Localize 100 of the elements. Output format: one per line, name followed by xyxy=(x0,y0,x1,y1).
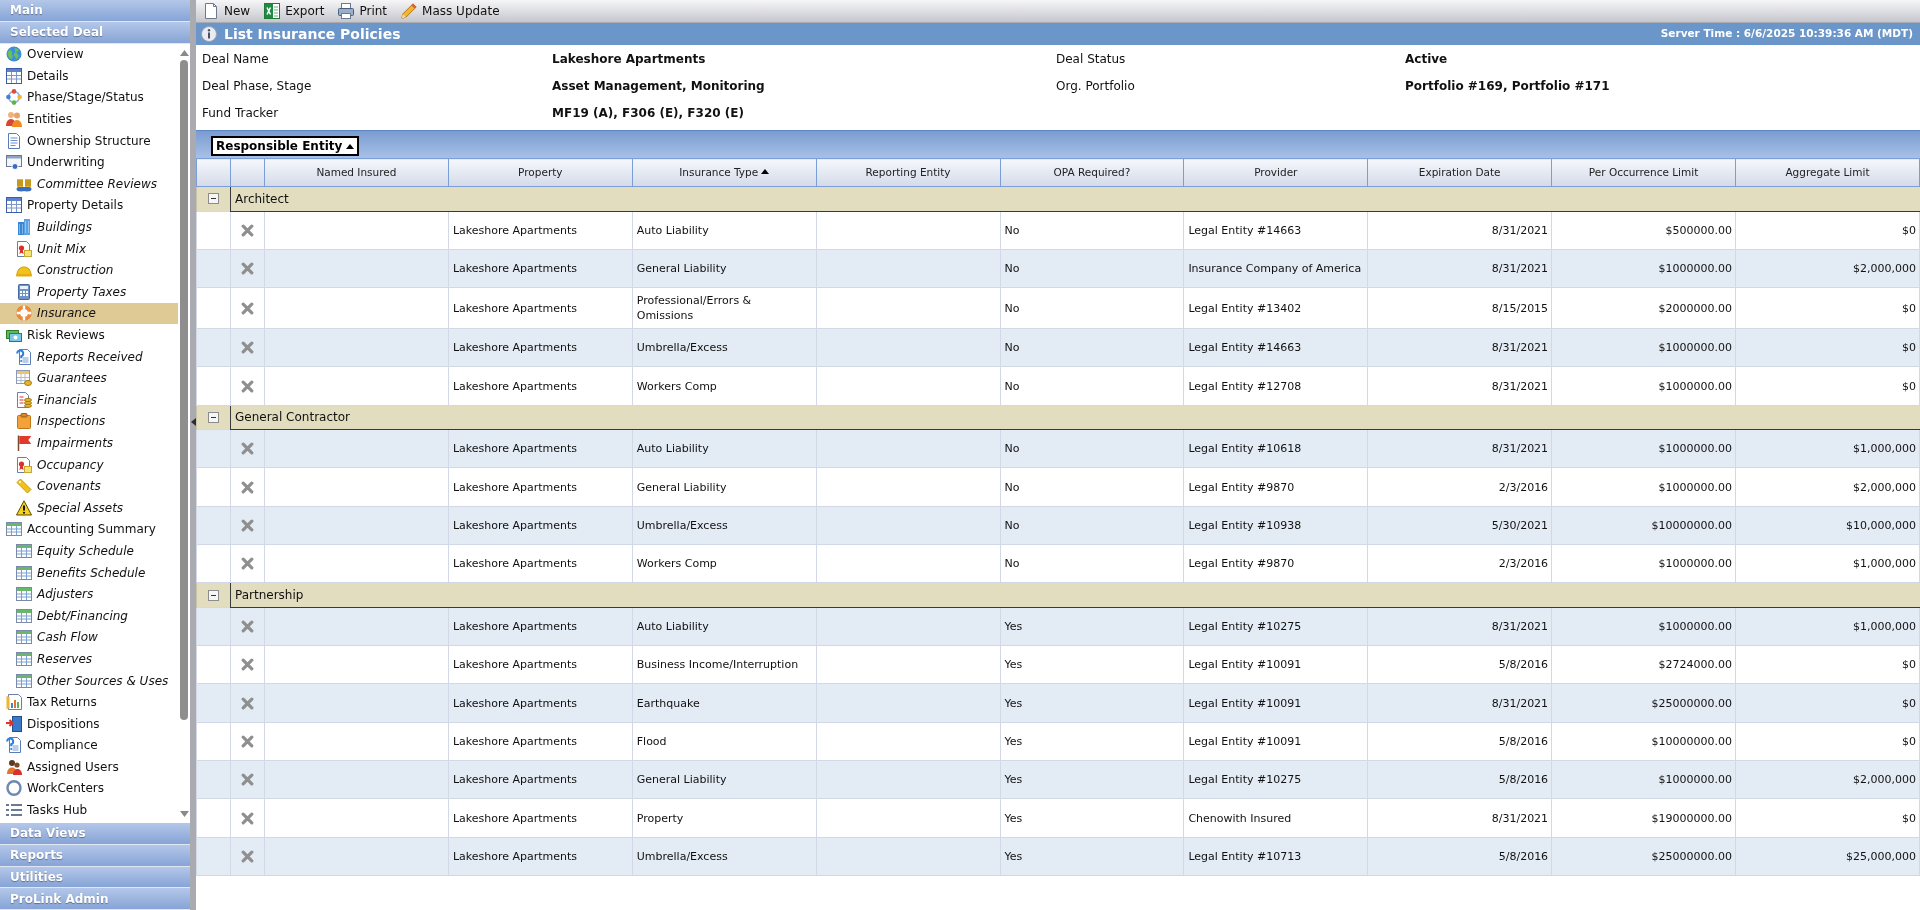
column-header[interactable]: Aggregate Limit xyxy=(1735,158,1920,187)
table-cell: $500000.00 xyxy=(1551,211,1736,250)
table-cell: $19000000.00 xyxy=(1551,798,1736,838)
delete-icon[interactable] xyxy=(241,341,254,355)
sidebar-item[interactable]: Tasks Hub xyxy=(0,799,178,821)
sidebar-item[interactable]: Adjusters xyxy=(0,583,178,605)
sidebar-item[interactable]: Assigned Users xyxy=(0,756,178,778)
help-document-icon xyxy=(16,348,32,365)
delete-icon[interactable] xyxy=(241,301,254,315)
delete-icon[interactable] xyxy=(241,223,254,237)
chart-document-icon xyxy=(6,694,22,711)
column-header[interactable]: Expiration Date xyxy=(1367,158,1552,187)
sidebar-item[interactable]: Debt/Financing xyxy=(0,604,178,627)
toolbar-button[interactable]: Export xyxy=(263,1,326,21)
scroll-up-icon[interactable] xyxy=(179,49,189,56)
sidebar-item[interactable]: WorkCenters xyxy=(0,777,178,800)
collapse-icon[interactable] xyxy=(208,193,219,205)
toolbar-button[interactable]: Mass Update xyxy=(400,1,501,21)
sidebar-item[interactable]: Property Taxes xyxy=(0,281,178,303)
sidebar-item[interactable]: Equity Schedule xyxy=(0,540,178,562)
sidebar-item[interactable]: Underwriting xyxy=(0,151,178,174)
sidebar-item[interactable]: Construction xyxy=(0,259,178,282)
delete-icon[interactable] xyxy=(241,557,254,571)
sidebar-item[interactable]: Other Sources & Uses xyxy=(0,669,178,692)
table-cell: Lakeshore Apartments xyxy=(448,760,633,799)
delete-icon[interactable] xyxy=(241,442,254,456)
table-cell: $2,000,000 xyxy=(1735,760,1920,799)
table-cell: $1000000.00 xyxy=(1551,468,1736,507)
delete-icon[interactable] xyxy=(241,658,254,672)
table-cell: $0 xyxy=(1735,683,1920,723)
sidebar-item[interactable]: Risk Reviews xyxy=(0,324,178,346)
sidebar-item[interactable]: Entities xyxy=(0,108,178,130)
scroll-down-icon[interactable] xyxy=(179,811,189,817)
sidebar-item[interactable]: Special Assets xyxy=(0,496,178,519)
table-cell: 8/31/2021 xyxy=(1367,328,1552,367)
group-by-chip[interactable]: Responsible Entity xyxy=(211,136,360,156)
table-cell: 2/3/2016 xyxy=(1367,468,1552,507)
sidebar-item[interactable]: Overview xyxy=(0,43,178,66)
sidebar-item[interactable]: Financials xyxy=(0,389,178,411)
table-cell: Yes xyxy=(1000,798,1184,838)
table-cell: $1000000.00 xyxy=(1551,544,1736,583)
table-cell: No xyxy=(1000,249,1184,288)
flag-icon xyxy=(16,435,32,451)
collapse-icon[interactable] xyxy=(208,589,219,601)
delete-icon[interactable] xyxy=(241,773,254,787)
table-cell: Legal Entity #14663 xyxy=(1183,328,1368,367)
table-cell: No xyxy=(1000,544,1184,583)
column-header[interactable]: Per Occurrence Limit xyxy=(1551,158,1736,187)
sidebar-item[interactable]: Impairments xyxy=(0,432,178,454)
sidebar-item[interactable]: Cash Flow xyxy=(0,626,178,649)
table-cell: Legal Entity #9870 xyxy=(1183,468,1368,507)
column-header[interactable]: Reporting Entity xyxy=(816,158,1000,187)
table-cell: $0 xyxy=(1735,366,1920,406)
sidebar-item[interactable]: Reports Received xyxy=(0,345,178,368)
column-header[interactable]: OPA Required? xyxy=(1000,158,1184,187)
delete-icon[interactable] xyxy=(241,261,254,275)
collapse-icon[interactable] xyxy=(208,411,219,423)
sidebar-item[interactable]: Committee Reviews xyxy=(0,173,178,195)
sidebar-item[interactable]: Property Details xyxy=(0,194,178,217)
printer-icon xyxy=(338,3,355,19)
sidebar-item[interactable]: Benefits Schedule xyxy=(0,561,178,584)
scrollbar-thumb[interactable] xyxy=(180,59,188,720)
table-cell: Lakeshore Apartments xyxy=(448,429,633,468)
sidebar-item[interactable]: Occupancy xyxy=(0,453,178,476)
column-header[interactable]: Insurance Type xyxy=(632,158,817,187)
column-header[interactable]: Provider xyxy=(1183,158,1368,187)
sidebar-item[interactable]: Reserves xyxy=(0,648,178,670)
sidebar-item[interactable]: Compliance xyxy=(0,734,178,757)
table-cell: $1000000.00 xyxy=(1551,366,1736,406)
sidebar-item[interactable]: Covenants xyxy=(0,475,178,497)
sidebar-item[interactable]: Inspections xyxy=(0,410,178,433)
toolbar-button[interactable]: Print xyxy=(337,1,389,21)
delete-icon[interactable] xyxy=(241,811,254,825)
sidebar-item[interactable]: Guarantees xyxy=(0,367,178,389)
column-header[interactable]: Property xyxy=(448,158,633,187)
table-cell: Yes xyxy=(1000,607,1184,646)
sidebar-item[interactable]: Unit Mix xyxy=(0,237,178,260)
delete-icon[interactable] xyxy=(241,620,254,633)
table-cell: Legal Entity #10618 xyxy=(1183,429,1368,468)
table-cell: Lakeshore Apartments xyxy=(448,366,633,406)
sidebar-item[interactable]: Phase/Stage/Status xyxy=(0,86,178,109)
delete-icon[interactable] xyxy=(241,734,254,748)
sidebar-item[interactable]: Tax Returns xyxy=(0,691,178,713)
delete-icon[interactable] xyxy=(241,696,254,710)
sidebar-item[interactable]: Accounting Summary xyxy=(0,518,178,541)
sidebar-item[interactable]: Dispositions xyxy=(0,712,178,735)
sidebar-item[interactable]: Ownership Structure xyxy=(0,129,178,152)
table-cell: $25,000,000 xyxy=(1735,837,1920,876)
delete-icon[interactable] xyxy=(241,849,254,863)
sidebar-item[interactable]: Details xyxy=(0,65,178,87)
delete-icon[interactable] xyxy=(241,379,254,393)
sidebar-item[interactable]: Insurance xyxy=(0,302,178,325)
sidebar-item[interactable]: Buildings xyxy=(0,216,178,238)
spreadsheet-icon xyxy=(16,672,32,689)
table-cell: Lakeshore Apartments xyxy=(448,328,633,367)
toolbar-button[interactable]: New xyxy=(202,1,252,21)
table-cell: No xyxy=(1000,328,1184,367)
column-header[interactable]: Named Insured xyxy=(264,158,449,187)
delete-icon[interactable] xyxy=(241,518,254,532)
delete-icon[interactable] xyxy=(241,480,254,494)
